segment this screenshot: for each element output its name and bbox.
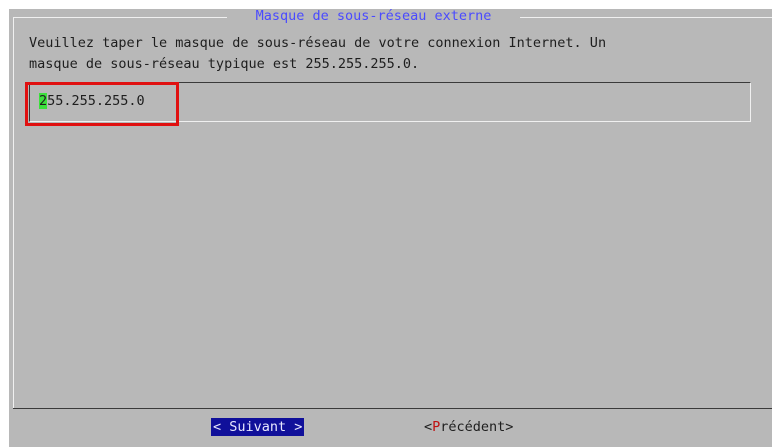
prompt-line-2: masque de sous-réseau typique est 255.25…	[29, 56, 420, 72]
previous-button[interactable]: <Précédent>	[424, 418, 513, 436]
previous-button-open: <	[424, 419, 433, 435]
prompt-line-1: Veuillez taper le masque de sous-réseau …	[29, 35, 607, 51]
dialog-border-top-right	[520, 17, 772, 18]
previous-button-rest: récédent>	[440, 419, 514, 435]
dialog-border-top-left	[13, 17, 227, 18]
next-button[interactable]: < Suivant >	[211, 418, 305, 436]
dialog-title: Masque de sous-réseau externe	[255, 8, 492, 24]
terminal-screen: Masque de sous-réseau externe Veuillez t…	[0, 0, 772, 447]
dialog-prompt: Veuillez taper le masque de sous-réseau …	[29, 33, 764, 75]
button-bar-divider	[13, 408, 772, 409]
highlight-annotation	[25, 82, 179, 126]
dialog-border-left	[13, 17, 14, 409]
